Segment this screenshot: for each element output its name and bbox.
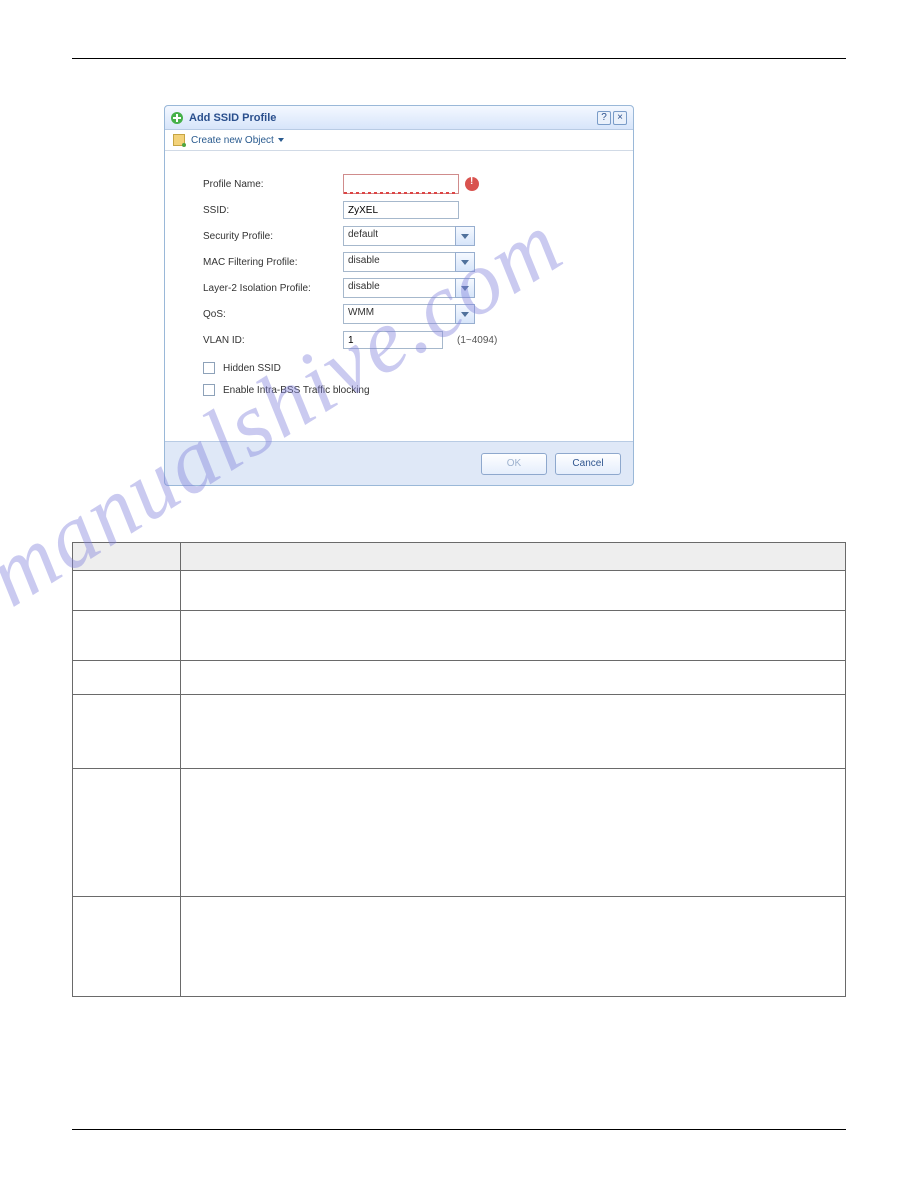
qos-value: WMM <box>343 304 455 324</box>
layer2-isolation-label: Layer-2 Isolation Profile: <box>203 283 343 294</box>
vlan-id-input[interactable] <box>343 331 443 349</box>
security-profile-value: default <box>343 226 455 246</box>
qos-select[interactable]: WMM <box>343 304 475 324</box>
ok-button[interactable]: OK <box>481 453 547 475</box>
chevron-down-icon <box>455 226 475 246</box>
plus-icon <box>171 112 183 124</box>
chevron-down-icon <box>455 252 475 272</box>
top-divider <box>72 58 846 59</box>
profile-name-input[interactable] <box>343 174 459 194</box>
security-profile-label: Security Profile: <box>203 231 343 242</box>
table-cell <box>181 695 846 769</box>
table-cell <box>73 571 181 611</box>
hidden-ssid-checkbox[interactable] <box>203 362 215 374</box>
close-icon[interactable]: × <box>613 111 627 125</box>
hidden-ssid-label: Hidden SSID <box>223 363 281 374</box>
table-cell <box>73 695 181 769</box>
security-profile-select[interactable]: default <box>343 226 475 246</box>
cancel-button[interactable]: Cancel <box>555 453 621 475</box>
form-area: Profile Name: SSID: Security Profile: de… <box>165 151 633 441</box>
dialog-buttonbar: OK Cancel <box>165 441 633 485</box>
dialog-title: Add SSID Profile <box>189 112 597 124</box>
vlan-id-hint: (1~4094) <box>457 335 497 346</box>
ssid-label: SSID: <box>203 205 343 216</box>
create-new-object-label: Create new Object <box>191 135 274 146</box>
help-icon[interactable]: ? <box>597 111 611 125</box>
mac-filtering-value: disable <box>343 252 455 272</box>
table-cell <box>73 769 181 897</box>
layer2-isolation-select[interactable]: disable <box>343 278 475 298</box>
intra-bss-checkbox[interactable] <box>203 384 215 396</box>
intra-bss-label: Enable Intra-BSS Traffic blocking <box>223 385 370 396</box>
chevron-down-icon <box>278 138 284 142</box>
create-new-object-menu[interactable]: Create new Object <box>165 130 633 151</box>
chevron-down-icon <box>455 304 475 324</box>
mac-filtering-label: MAC Filtering Profile: <box>203 257 343 268</box>
table-cell <box>181 661 846 695</box>
layer2-isolation-value: disable <box>343 278 455 298</box>
table-header-col1 <box>73 543 181 571</box>
dialog-titlebar: Add SSID Profile ? × <box>165 106 633 130</box>
chevron-down-icon <box>455 278 475 298</box>
table-cell <box>73 661 181 695</box>
add-ssid-profile-dialog: Add SSID Profile ? × Create new Object P… <box>164 105 634 486</box>
table-header-col2 <box>181 543 846 571</box>
table-cell <box>73 611 181 661</box>
table-cell <box>181 769 846 897</box>
mac-filtering-select[interactable]: disable <box>343 252 475 272</box>
table-cell <box>181 897 846 997</box>
table-cell <box>181 611 846 661</box>
table-cell <box>73 897 181 997</box>
description-table <box>72 542 846 997</box>
document-icon <box>173 134 185 146</box>
qos-label: QoS: <box>203 309 343 320</box>
bottom-divider <box>72 1129 846 1130</box>
ssid-input[interactable] <box>343 201 459 219</box>
profile-name-label: Profile Name: <box>203 179 343 190</box>
error-icon <box>465 177 479 191</box>
vlan-id-label: VLAN ID: <box>203 335 343 346</box>
table-cell <box>181 571 846 611</box>
